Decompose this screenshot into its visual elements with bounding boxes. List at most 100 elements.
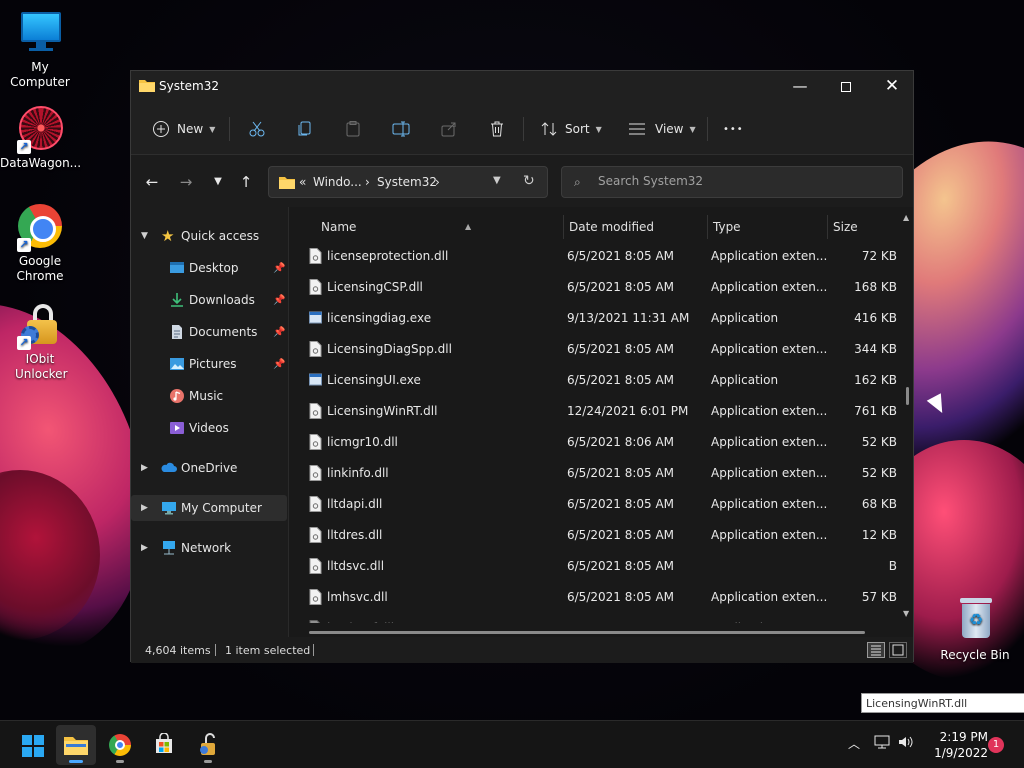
forward-button[interactable]: → [175, 172, 197, 192]
chevron-right-icon[interactable]: ▶ [141, 543, 148, 553]
chevron-right-icon[interactable]: ▶ [141, 463, 148, 473]
dll-file-icon [309, 341, 322, 357]
taskbar-microsoft-store[interactable] [144, 725, 184, 765]
file-row[interactable]: LicensingWinRT.dll 12/24/2021 6:01 PM Appl… [301, 396, 897, 427]
column-divider[interactable] [707, 215, 708, 239]
column-divider[interactable] [563, 215, 564, 239]
column-header-date[interactable]: Date modified [569, 215, 654, 239]
scroll-up-icon[interactable]: ▲ [903, 213, 909, 222]
breadcrumb-separator[interactable]: › [435, 175, 440, 189]
taskbar-iobit-unlocker[interactable] [188, 725, 228, 765]
sort-button[interactable]: Sort ▼ [539, 115, 602, 143]
file-date: 6/5/2021 8:05 AM [567, 249, 675, 263]
notification-badge[interactable]: 1 [988, 737, 1004, 753]
cut-button[interactable] [247, 115, 267, 143]
breadcrumb-overflow[interactable]: « [299, 175, 306, 189]
pin-icon[interactable]: 📌 [273, 359, 285, 370]
network-status-icon[interactable] [874, 735, 890, 753]
desktop-icon-google-chrome[interactable]: ↗ Google Chrome [0, 204, 80, 284]
paste-button[interactable] [343, 115, 363, 143]
nav-downloads[interactable]: Downloads 📌 [131, 287, 287, 313]
back-button[interactable]: ← [141, 172, 163, 192]
maximize-button[interactable] [823, 71, 869, 103]
nav-onedrive[interactable]: ▶ OneDrive [131, 455, 287, 481]
view-button[interactable]: View ▼ [627, 115, 696, 143]
dll-file-icon [309, 527, 322, 543]
new-button[interactable]: New ▼ [151, 115, 215, 143]
horizontal-scrollbar[interactable] [309, 631, 865, 634]
file-row[interactable]: licmgr10.dll 6/5/2021 8:06 AM Application … [301, 427, 897, 458]
file-row[interactable]: lmhsvc.dll 6/5/2021 8:05 AM Application ex… [301, 582, 897, 613]
details-view-button[interactable] [867, 642, 885, 658]
download-icon [169, 292, 185, 308]
volume-icon[interactable] [898, 735, 914, 753]
file-row[interactable]: licenseprotection.dll 6/5/2021 8:05 AM App… [301, 241, 897, 272]
close-button[interactable]: ✕ [869, 71, 915, 103]
delete-button[interactable] [487, 115, 507, 143]
tiles-view-button[interactable] [889, 642, 907, 658]
file-name: loadperf.dll [327, 621, 394, 623]
up-button[interactable]: ↑ [235, 172, 257, 192]
nav-documents[interactable]: Documents 📌 [131, 319, 287, 345]
nav-pictures[interactable]: Pictures 📌 [131, 351, 287, 377]
recent-locations-button[interactable]: ▼ [207, 172, 229, 192]
desktop-icon-my-computer[interactable]: My Computer [0, 10, 80, 90]
pin-icon[interactable]: 📌 [273, 295, 285, 306]
file-row[interactable]: loadperf.dll 6/5/2021 8:05 AM Application … [301, 613, 893, 623]
chevron-up-icon[interactable]: ︿ [848, 735, 860, 752]
new-label: New [177, 122, 204, 136]
datawagon-icon: ↗ [17, 106, 63, 154]
pin-icon[interactable]: 📌 [273, 327, 285, 338]
pin-icon[interactable]: 📌 [273, 263, 285, 274]
file-row[interactable]: linkinfo.dll 6/5/2021 8:05 AM Application … [301, 458, 897, 489]
file-row[interactable]: lltdapi.dll 6/5/2021 8:05 AM Application e… [301, 489, 897, 520]
vertical-scrollbar[interactable]: ▲ ▼ [903, 211, 913, 621]
file-row[interactable]: LicensingDiagSpp.dll 6/5/2021 8:05 AM Appl… [301, 334, 897, 365]
breadcrumb-separator[interactable]: › [365, 175, 370, 189]
desktop-icon-recycle-bin[interactable]: ♻ Recycle Bin [935, 598, 1015, 663]
file-type: Application [711, 373, 779, 387]
minimize-button[interactable]: — [777, 71, 823, 103]
maximize-icon [841, 81, 851, 92]
file-row[interactable]: lltdres.dll 6/5/2021 8:05 AM Application e… [301, 520, 897, 551]
breadcrumb-system32[interactable]: System32 [377, 175, 437, 189]
chevron-down-icon[interactable]: ▼ [141, 231, 148, 241]
desktop-icon-iobit-unlocker[interactable]: ↗ IObit Unlocker [0, 302, 80, 382]
system-clock[interactable]: 2:19 PM 1/9/2022 [924, 729, 988, 761]
copy-button[interactable] [295, 115, 315, 143]
column-header-name[interactable]: Name ▲ [321, 215, 471, 239]
file-row[interactable]: licensingdiag.exe 9/13/2021 11:31 AM Appli… [301, 303, 897, 334]
chevron-right-icon[interactable]: ▶ [141, 503, 148, 513]
taskbar-file-explorer[interactable] [56, 725, 96, 765]
scroll-thumb[interactable] [906, 387, 909, 405]
taskbar-chrome[interactable] [100, 725, 140, 765]
file-date: 6/5/2021 8:05 AM [567, 528, 675, 542]
column-label: Type [713, 220, 741, 234]
file-row[interactable]: lltdsvc.dll 6/5/2021 8:05 AM B [301, 551, 897, 582]
column-header-size[interactable]: Size [833, 215, 858, 239]
address-field[interactable]: « Windo... › System32 › ▼ ↻ [268, 166, 548, 198]
scroll-down-icon[interactable]: ▼ [903, 609, 909, 618]
address-dropdown-icon[interactable]: ▼ [493, 175, 501, 186]
nav-quick-access[interactable]: ▼ ★ Quick access [131, 223, 287, 249]
desktop-icon-datawagon[interactable]: ↗ DataWagon... [0, 106, 81, 171]
column-header-type[interactable]: Type [713, 215, 741, 239]
nav-videos[interactable]: Videos [131, 415, 287, 441]
file-row[interactable]: LicensingCSP.dll 6/5/2021 8:05 AM Applicat… [301, 272, 897, 303]
nav-network[interactable]: ▶ Network [131, 535, 287, 561]
breadcrumb-windows[interactable]: Windo... [313, 175, 362, 189]
share-button[interactable] [439, 115, 459, 143]
more-options-button[interactable]: ••• [723, 115, 744, 143]
column-label: Name [321, 220, 357, 234]
file-row[interactable]: LicensingUI.exe 6/5/2021 8:05 AM Applicati… [301, 365, 897, 396]
search-box[interactable]: ⌕ [561, 166, 903, 198]
rename-button[interactable] [391, 115, 411, 143]
start-button[interactable] [12, 725, 52, 765]
refresh-icon[interactable]: ↻ [523, 173, 535, 189]
nav-music[interactable]: Music [131, 383, 287, 409]
nav-desktop[interactable]: Desktop 📌 [131, 255, 287, 281]
nav-my-computer[interactable]: ▶ My Computer [131, 495, 287, 521]
search-input[interactable] [598, 174, 888, 188]
column-divider[interactable] [827, 215, 828, 239]
title-bar[interactable]: System32 — ✕ [131, 71, 913, 103]
